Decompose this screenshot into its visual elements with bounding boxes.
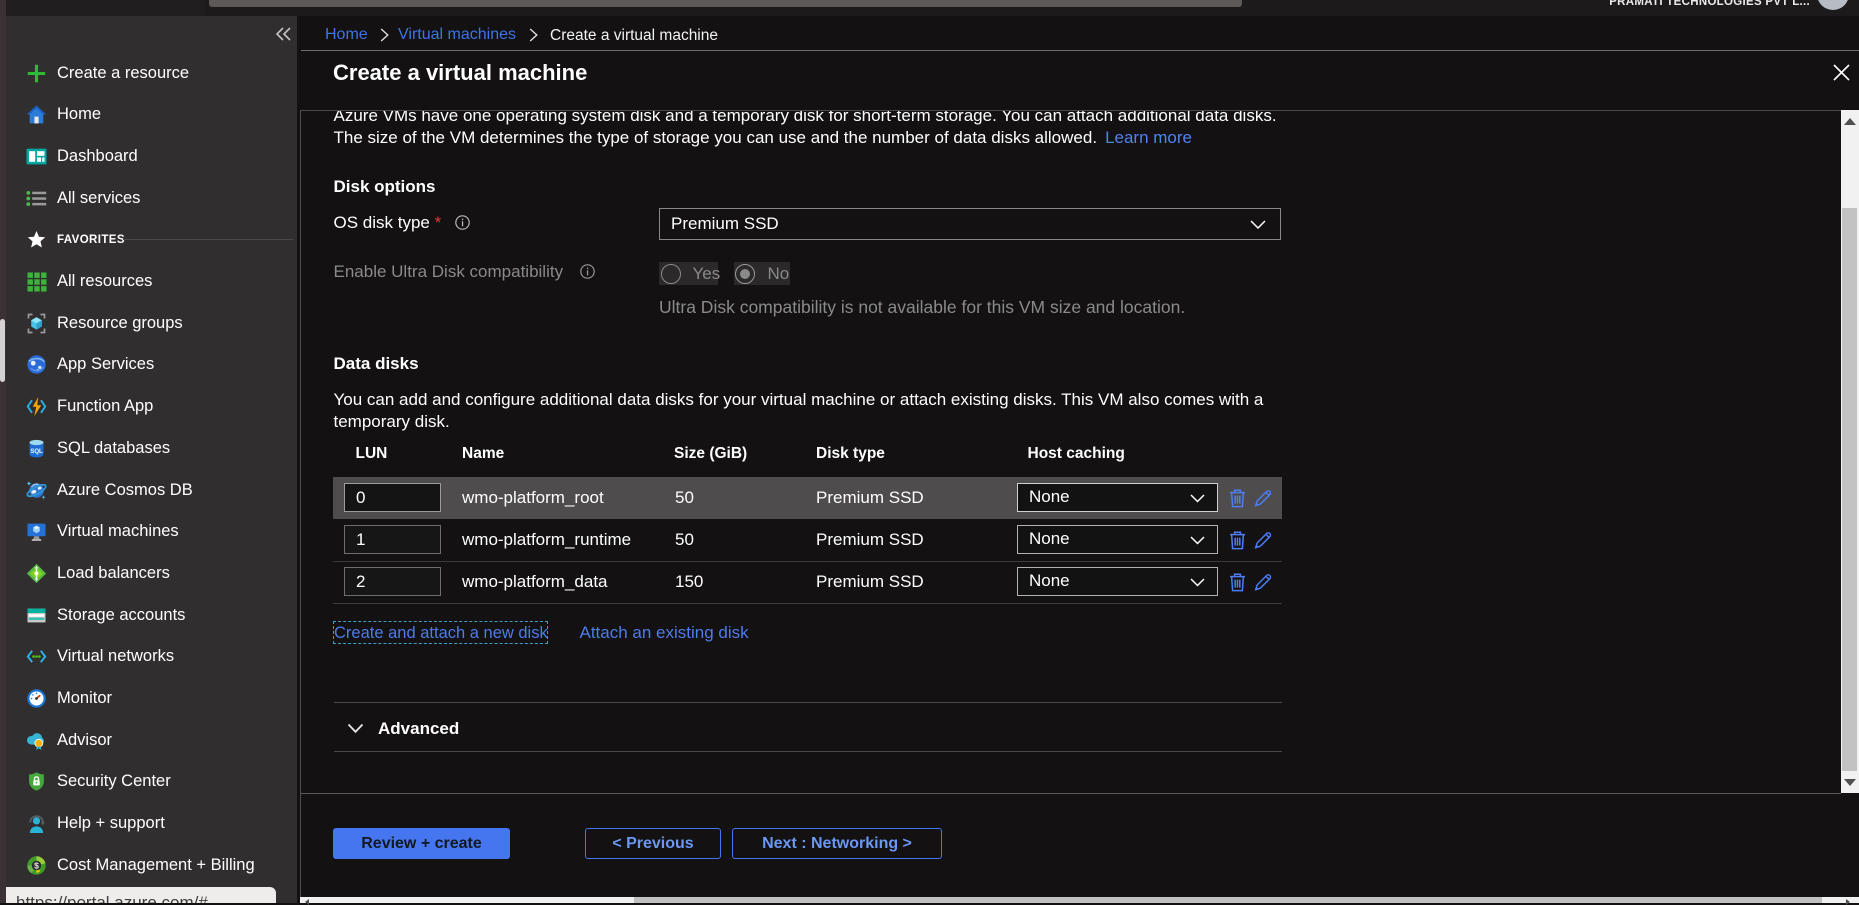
svg-text:$: $ xyxy=(34,860,39,870)
svg-text:SQL: SQL xyxy=(30,449,43,455)
